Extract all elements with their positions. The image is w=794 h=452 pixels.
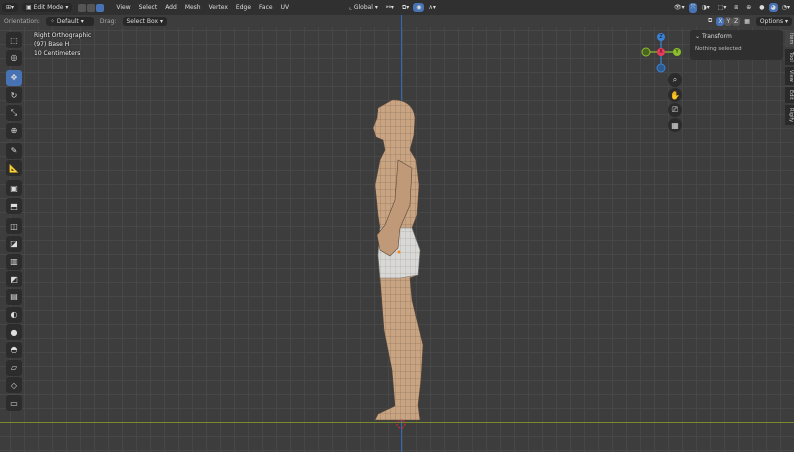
transform-panel: ⌄ Transform Nothing selected	[690, 30, 783, 60]
nothing-selected-text: Nothing selected	[695, 46, 742, 52]
transform-panel-header[interactable]: ⌄ Transform	[690, 30, 783, 43]
gizmo-x-axis[interactable]: X	[657, 48, 665, 56]
3d-cursor-icon	[396, 419, 406, 429]
pan-hand-icon[interactable]: ✋	[668, 88, 682, 102]
gizmo-neg-z-icon	[656, 63, 666, 73]
tab-edit[interactable]: Edit	[785, 86, 794, 103]
tab-item[interactable]: Item	[785, 30, 794, 48]
tab-view[interactable]: View	[785, 67, 794, 85]
gizmo-y-axis[interactable]: Y	[673, 48, 681, 56]
tab-rigify[interactable]: Rigify	[785, 104, 794, 125]
human-mesh[interactable]	[0, 0, 794, 452]
zoom-icon[interactable]: ⌕	[668, 73, 682, 87]
gizmo-neg-y-icon	[641, 47, 651, 57]
gizmo-z-axis[interactable]: Z	[657, 33, 665, 41]
origin-dot	[397, 250, 401, 254]
camera-icon[interactable]: ⎚	[668, 103, 682, 117]
sidebar-tabs: Item Tool View Edit Rigify	[785, 30, 794, 127]
tab-tool[interactable]: Tool	[785, 49, 794, 66]
ortho-grid-icon[interactable]: ▦	[668, 118, 682, 132]
